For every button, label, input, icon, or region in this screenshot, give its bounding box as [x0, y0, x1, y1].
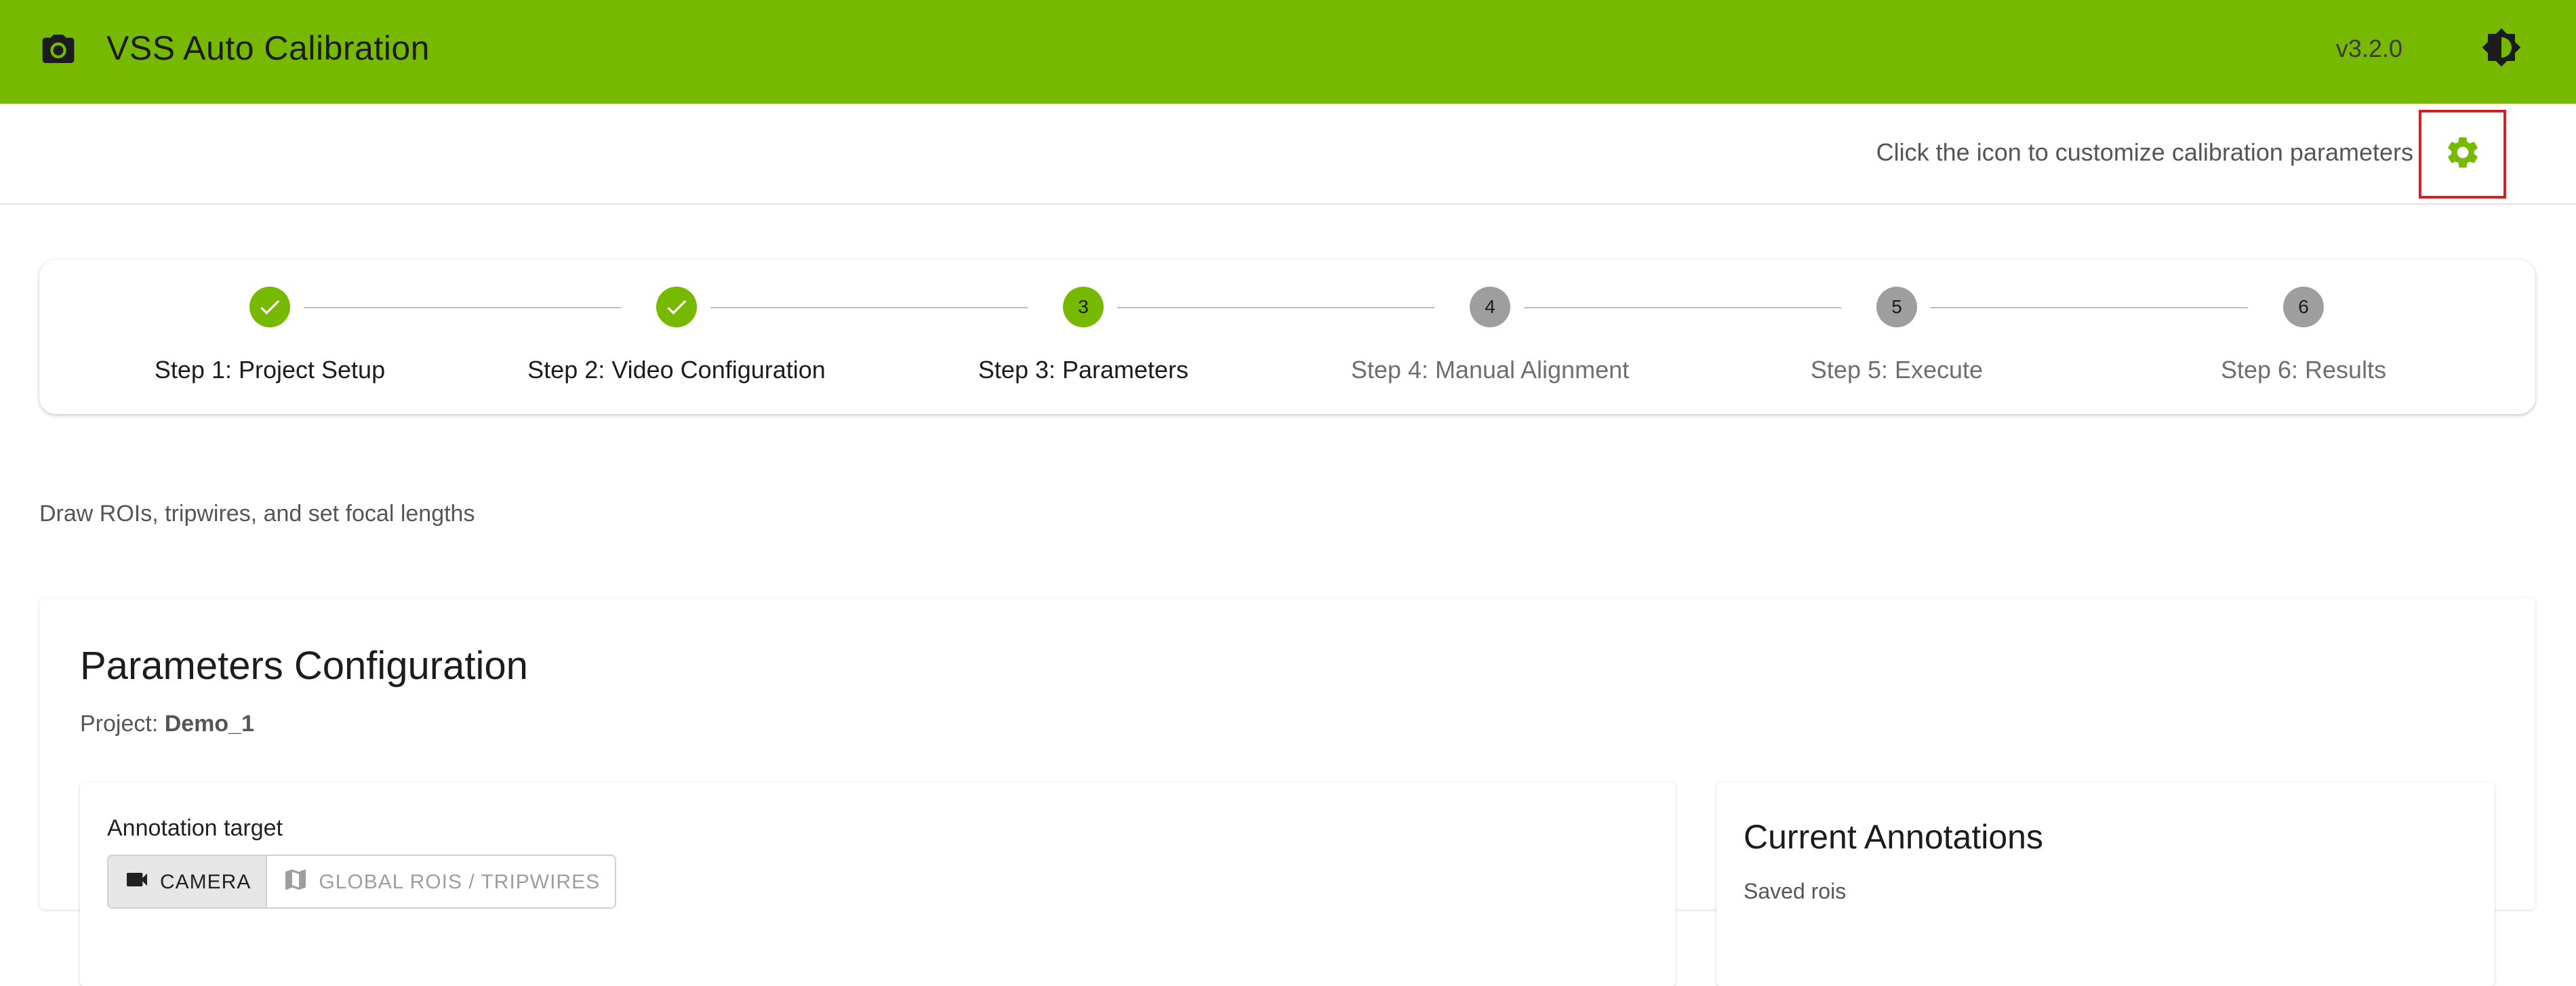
page-subtitle: Draw ROIs, tripwires, and set focal leng…: [39, 501, 475, 527]
map-icon: [282, 866, 309, 899]
gear-icon: [2444, 133, 2482, 175]
step-label: Step 2: Video Configuration: [527, 356, 826, 384]
parameters-card: Parameters Configuration Project: Demo_1…: [39, 598, 2535, 986]
video-camera-icon: [123, 866, 150, 899]
version-label: v3.2.0: [2335, 35, 2402, 62]
annotation-target-label: Annotation target: [107, 815, 283, 841]
camera-target-button[interactable]: CAMERA: [108, 856, 268, 907]
project-name: Demo_1: [164, 711, 254, 737]
brightness-contrast-icon: [2481, 27, 2522, 71]
global-rois-target-button[interactable]: GLOBAL ROIS / TRIPWIRES: [267, 856, 616, 907]
project-info: Project: Demo_1: [80, 710, 254, 738]
calibration-stepper: Step 1: Project Setup Step 2: Video Conf…: [39, 260, 2535, 414]
step-label: Step 3: Parameters: [978, 356, 1189, 384]
step-label: Step 5: Execute: [1810, 356, 1984, 384]
step-number-badge: 6: [2283, 287, 2324, 327]
project-label: Project:: [80, 711, 159, 737]
step-label: Step 6: Results: [2220, 356, 2387, 384]
check-icon: [249, 287, 290, 327]
theme-toggle-button[interactable]: [2478, 26, 2524, 72]
customize-hint: Click the icon to customize calibration …: [1876, 138, 2413, 166]
page-title: Parameters Configuration: [80, 644, 528, 688]
step-video-configuration[interactable]: Step 2: Video Configuration: [473, 260, 880, 414]
app-bar: VSS Auto Calibration v3.2.0: [0, 0, 2576, 104]
step-project-setup[interactable]: Step 1: Project Setup: [66, 260, 473, 414]
step-number-badge: 5: [1876, 287, 1917, 327]
settings-button[interactable]: [2419, 110, 2506, 199]
camera-icon: [39, 30, 77, 68]
step-execute[interactable]: 5 Step 5: Execute: [1693, 260, 2100, 414]
current-annotations-panel: Current Annotations Saved rois: [1716, 783, 2495, 986]
step-manual-alignment[interactable]: 4 Step 4: Manual Alignment: [1287, 260, 1693, 414]
info-bar: Click the icon to customize calibration …: [0, 104, 2576, 205]
annotation-panel: Annotation target CAMERA GLOBAL ROIS / T…: [80, 783, 1676, 986]
step-number-badge: 4: [1470, 287, 1510, 327]
step-number-badge: 3: [1063, 287, 1104, 327]
current-annotations-subtitle: Saved rois: [1744, 879, 1847, 903]
annotation-target-toggle: CAMERA GLOBAL ROIS / TRIPWIRES: [107, 855, 617, 909]
app-title: VSS Auto Calibration: [106, 29, 430, 67]
current-annotations-title: Current Annotations: [1744, 818, 2043, 856]
check-icon: [656, 287, 697, 327]
step-parameters[interactable]: 3 Step 3: Parameters: [880, 260, 1287, 414]
step-label: Step 4: Manual Alignment: [1350, 356, 1630, 384]
step-results[interactable]: 6 Step 6: Results: [2100, 260, 2507, 414]
step-label: Step 1: Project Setup: [154, 356, 386, 384]
camera-target-label: CAMERA: [160, 871, 251, 893]
global-rois-target-label: GLOBAL ROIS / TRIPWIRES: [319, 871, 601, 893]
